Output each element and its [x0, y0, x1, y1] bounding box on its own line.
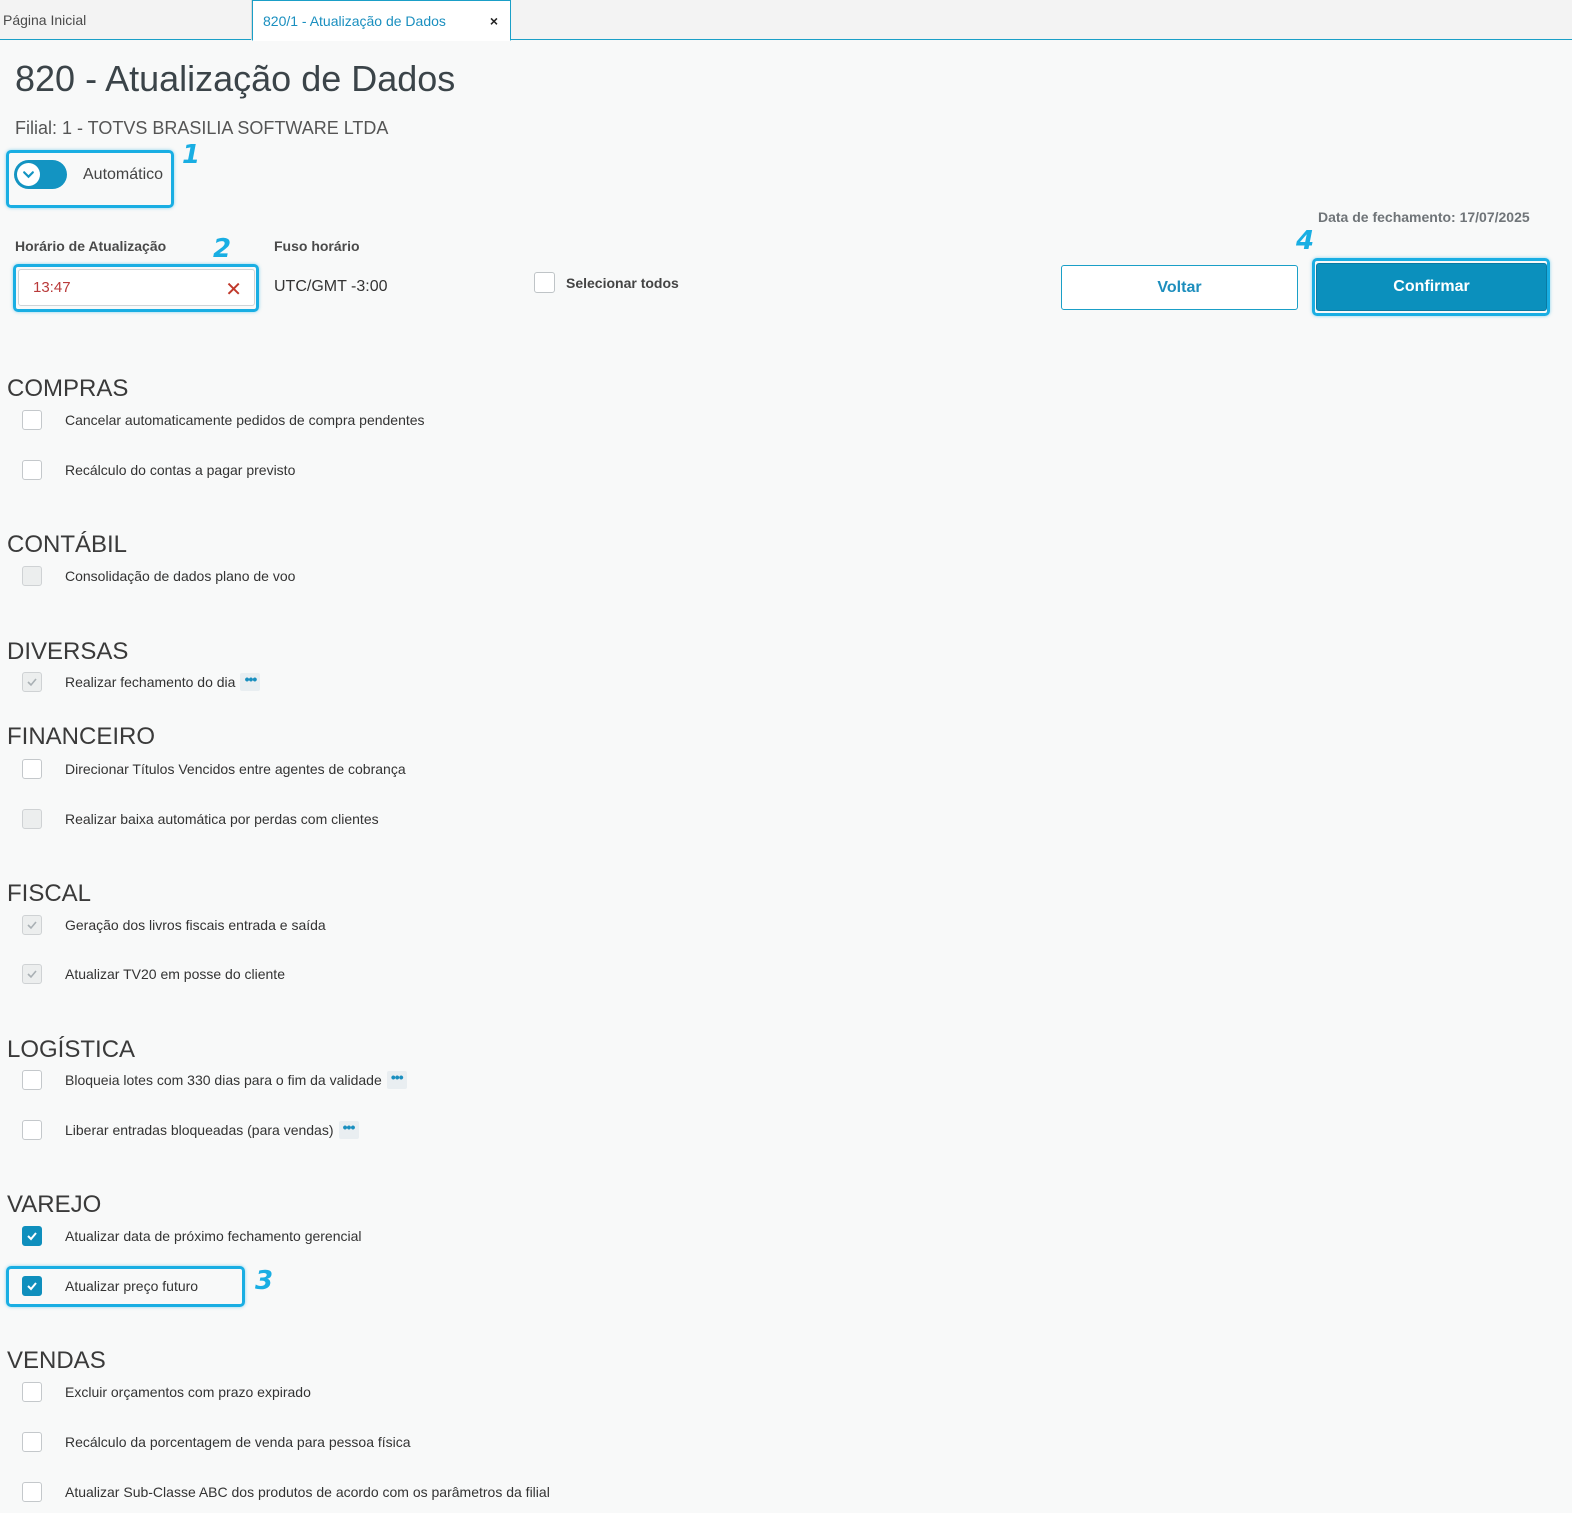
highlight-box-2 — [13, 264, 259, 312]
update-time-label: Horário de Atualização — [15, 238, 167, 254]
section-title-logistica: LOGÍSTICA — [7, 1036, 136, 1063]
section-title-diversas: DIVERSAS — [7, 638, 129, 665]
page-title: 820 - Atualização de Dados — [15, 58, 456, 99]
closing-date: Data de fechamento: 17/07/2025 — [1318, 209, 1530, 225]
checkbox-label: Liberar entradas bloqueadas (para vendas… — [65, 1122, 334, 1138]
checkbox[interactable] — [22, 410, 42, 430]
select-all-label: Selecionar todos — [566, 274, 679, 291]
checkbox-item[interactable]: Atualizar data de próximo fechamento ger… — [22, 1226, 362, 1246]
section-title-compras: COMPRAS — [7, 375, 129, 402]
checkbox[interactable] — [22, 1382, 42, 1402]
marker-1: 1 — [182, 140, 201, 170]
checkbox[interactable] — [22, 1226, 42, 1246]
checkbox-label: Atualizar TV20 em posse do cliente — [65, 966, 285, 982]
checkbox-label: Realizar baixa automática por perdas com… — [65, 811, 379, 827]
more-options-icon[interactable]: ••• — [240, 672, 261, 691]
checkbox-item[interactable]: Recálculo do contas a pagar previsto — [22, 460, 295, 480]
checkbox-label: Realizar fechamento do dia — [65, 674, 236, 690]
timezone-value: UTC/GMT -3:00 — [274, 278, 388, 295]
checkbox-label: Direcionar Títulos Vencidos entre agente… — [65, 761, 406, 777]
checkbox — [22, 964, 42, 984]
checkbox[interactable] — [22, 1432, 42, 1452]
checkbox-item[interactable]: Recálculo da porcentagem de venda para p… — [22, 1432, 411, 1452]
checkbox-item: Geração dos livros fiscais entrada e saí… — [22, 915, 326, 935]
checkbox[interactable] — [22, 1070, 42, 1090]
section-title-fiscal: FISCAL — [7, 880, 92, 907]
checkbox-label: Geração dos livros fiscais entrada e saí… — [65, 917, 326, 933]
highlight-box-1 — [6, 150, 174, 208]
section-title-contabil: CONTÁBIL — [7, 531, 128, 558]
highlight-box-4 — [1312, 258, 1550, 316]
checkbox-item: Realizar baixa automática por perdas com… — [22, 809, 379, 829]
checkbox-item: Consolidação de dados plano de voo — [22, 566, 295, 586]
checkbox-item[interactable]: Atualizar Sub-Classe ABC dos produtos de… — [22, 1482, 550, 1502]
checkbox[interactable] — [22, 759, 42, 779]
checkbox-item[interactable]: Excluir orçamentos com prazo expirado — [22, 1382, 311, 1402]
tab-atualizacao-dados[interactable]: 820/1 - Atualização de Dados × — [252, 0, 511, 41]
check-icon — [27, 1232, 37, 1241]
checkbox-label: Excluir orçamentos com prazo expirado — [65, 1384, 311, 1400]
section-title-financeiro: FINANCEIRO — [7, 723, 156, 750]
back-button[interactable]: Voltar — [1061, 265, 1298, 310]
section-title-vendas: VENDAS — [7, 1347, 106, 1374]
checkbox-item: Atualizar TV20 em posse do cliente — [22, 964, 285, 984]
checkbox-label: Atualizar data de próximo fechamento ger… — [65, 1228, 362, 1244]
select-all-checkbox[interactable]: Selecionar todos — [534, 272, 679, 293]
checkbox-label: Recálculo do contas a pagar previsto — [65, 462, 296, 478]
checkbox — [22, 566, 42, 586]
checkbox-label: Consolidação de dados plano de voo — [65, 568, 296, 584]
check-icon — [27, 970, 37, 979]
marker-4: 4 — [1296, 226, 1315, 256]
check-icon — [27, 921, 37, 930]
tab-home[interactable]: Página Inicial — [0, 0, 252, 40]
marker-3: 3 — [255, 1266, 274, 1296]
checkbox[interactable] — [22, 460, 42, 480]
checkbox-label: Bloqueia lotes com 330 dias para o fim d… — [65, 1072, 382, 1088]
checkbox-item: Realizar fechamento do dia ••• — [22, 672, 261, 692]
tab-active-label: 820/1 - Atualização de Dados — [263, 12, 446, 29]
checkbox-label: Cancelar automaticamente pedidos de comp… — [65, 412, 425, 428]
select-all-box[interactable] — [534, 272, 555, 293]
tab-bar: Página Inicial 820/1 - Atualização de Da… — [0, 0, 1572, 41]
marker-2: 2 — [213, 234, 232, 264]
timezone-label: Fuso horário — [274, 238, 360, 254]
checkbox — [22, 915, 42, 935]
checkbox-item[interactable]: Direcionar Títulos Vencidos entre agente… — [22, 759, 406, 779]
checkbox — [22, 672, 42, 692]
checkbox-item[interactable]: Cancelar automaticamente pedidos de comp… — [22, 410, 425, 430]
checkbox-label: Recálculo da porcentagem de venda para p… — [65, 1434, 411, 1450]
close-icon[interactable]: × — [490, 13, 498, 29]
filial-label: Filial: 1 - TOTVS BRASILIA SOFTWARE LTDA — [15, 118, 389, 138]
checkbox[interactable] — [22, 1120, 42, 1140]
checkbox-item[interactable]: Liberar entradas bloqueadas (para vendas… — [22, 1120, 359, 1140]
checkbox — [22, 809, 42, 829]
highlight-box-3 — [6, 1266, 245, 1307]
checkbox-label: Atualizar Sub-Classe ABC dos produtos de… — [65, 1484, 550, 1500]
tab-home-label: Página Inicial — [3, 12, 87, 28]
more-options-icon[interactable]: ••• — [338, 1120, 359, 1139]
checkbox[interactable] — [22, 1482, 42, 1502]
checkbox-item[interactable]: Bloqueia lotes com 330 dias para o fim d… — [22, 1070, 407, 1090]
section-title-varejo: VAREJO — [7, 1191, 102, 1218]
more-options-icon[interactable]: ••• — [386, 1070, 407, 1089]
check-icon — [27, 678, 37, 687]
